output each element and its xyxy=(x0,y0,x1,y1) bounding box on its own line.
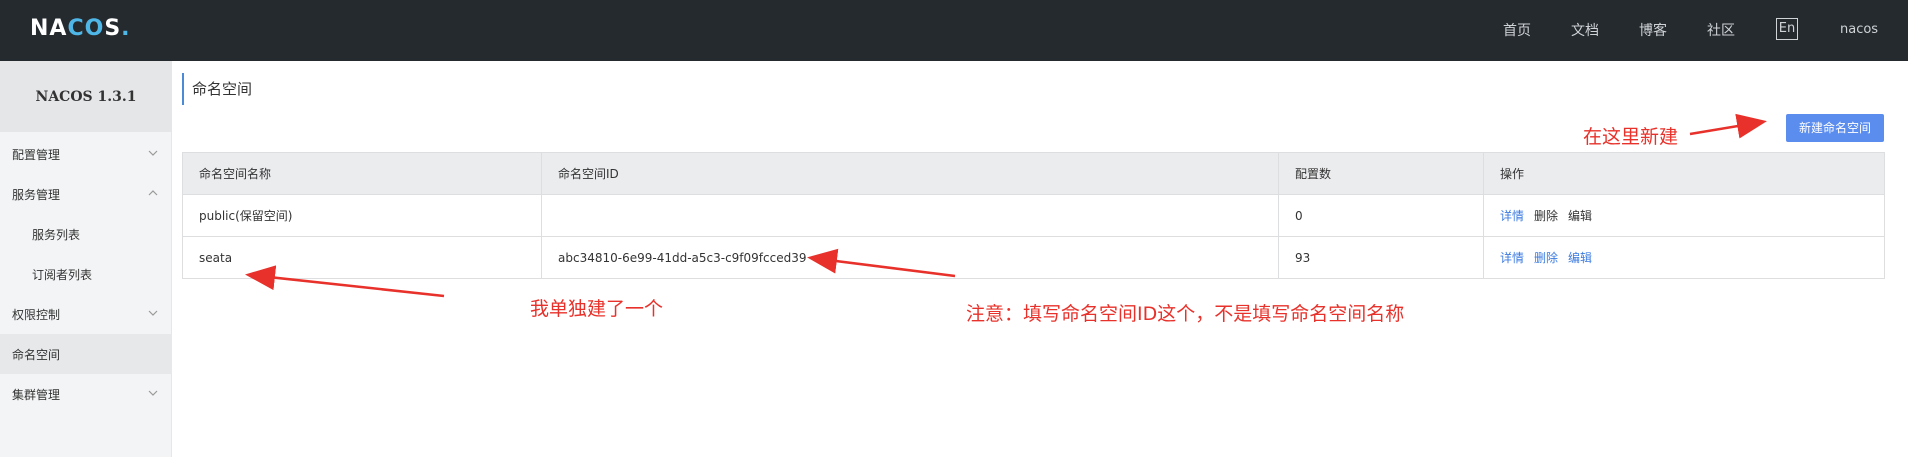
annotation-created-alone: 我单独建了一个 xyxy=(530,298,664,320)
annotation-create-here: 在这里新建 xyxy=(1583,126,1679,148)
arrow-to-new-button xyxy=(1689,113,1767,139)
annotation-arrows xyxy=(245,113,1767,298)
arrow-to-namespace-id xyxy=(807,248,956,278)
arrow-to-seata-row xyxy=(245,265,445,298)
annotation-id-note: 注意：填写命名空间ID这个，不是填写命名空间名称 xyxy=(966,303,1405,325)
